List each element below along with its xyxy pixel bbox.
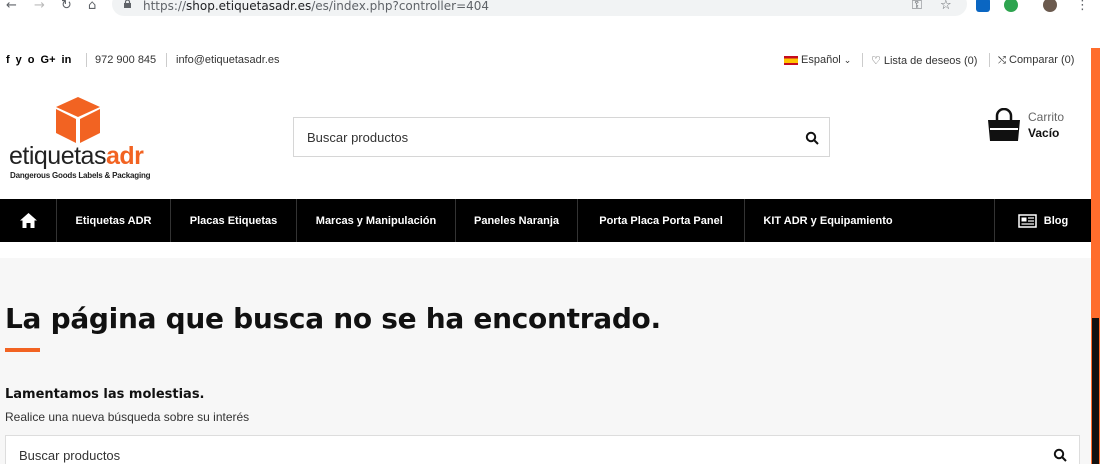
linkedin-extension-icon[interactable] (976, 0, 990, 12)
google-plus-icon[interactable]: G+ (41, 54, 56, 66)
instagram-icon[interactable]: o (28, 54, 35, 66)
search-icon[interactable] (1053, 448, 1067, 462)
forward-icon[interactable]: → (34, 0, 45, 14)
nav-blog[interactable]: Blog (994, 199, 1091, 242)
divider (862, 53, 863, 67)
header-search (293, 117, 830, 157)
main-navigation: Etiquetas ADR Placas Etiquetas Marcas y … (0, 199, 1091, 242)
twitter-icon[interactable]: y (16, 54, 22, 66)
shopping-bag-icon (988, 108, 1020, 141)
phone-number[interactable]: 972 900 845 (95, 54, 156, 66)
nav-home[interactable] (0, 199, 57, 242)
content-search-input[interactable] (19, 436, 932, 464)
nav-item-porta-placa[interactable]: Porta Placa Porta Panel (578, 199, 745, 242)
page-title: La página que busca no se ha encontrado. (5, 302, 661, 335)
divider (989, 53, 990, 67)
social-links: f y o G+ in (6, 54, 71, 66)
wishlist-label: Lista de deseos (0) (883, 54, 978, 67)
home-icon (19, 213, 37, 228)
logo-tagline: Dangerous Goods Labels & Packaging (10, 171, 151, 180)
nav-item-paneles-naranja[interactable]: Paneles Naranja (456, 199, 578, 242)
key-icon[interactable]: ⚿ (912, 0, 922, 13)
nav-item-etiquetas-adr[interactable]: Etiquetas ADR (57, 199, 171, 242)
reload-icon[interactable]: ↻ (61, 0, 72, 14)
header-search-input[interactable] (307, 118, 762, 156)
nav-item-label: Placas Etiquetas (189, 214, 278, 227)
nav-item-label: Porta Placa Porta Panel (599, 214, 723, 227)
wishlist-link[interactable]: ♡ Lista de deseos (0) (871, 54, 978, 68)
search-hint: Realice una nueva búsqueda sobre su inte… (5, 410, 250, 424)
title-underline (5, 348, 40, 352)
nav-item-label: Etiquetas ADR (75, 214, 152, 227)
address-url[interactable]: https://shop.etiquetasadr.es/es/index.ph… (143, 0, 489, 13)
nav-item-marcas-manipulacion[interactable]: Marcas y Manipulación (297, 199, 456, 242)
menu-icon[interactable]: ⋮ (1076, 0, 1089, 13)
compare-link[interactable]: ⤭ Comparar (0) (998, 54, 1074, 66)
spain-flag-icon (784, 55, 798, 65)
browser-toolbar: ← → ↻ ⌂ https://shop.etiquetasadr.es/es/… (0, 0, 1100, 22)
divider (86, 53, 87, 67)
nav-item-placas-etiquetas[interactable]: Placas Etiquetas (171, 199, 297, 242)
search-icon[interactable] (805, 131, 819, 145)
language-label: Español (801, 54, 841, 66)
heart-icon: ♡ (871, 55, 881, 67)
main-content (0, 258, 1091, 464)
compare-label: Comparar (0) (1009, 54, 1075, 66)
language-selector[interactable]: Español ⌄ (784, 54, 851, 66)
top-info-bar: f y o G+ in 972 900 845 info@etiquetasad… (0, 48, 1091, 73)
nav-blog-label: Blog (1043, 214, 1069, 227)
nav-item-label: Marcas y Manipulación (315, 214, 437, 227)
home-icon[interactable]: ⌂ (88, 0, 96, 14)
cart-widget[interactable]: Carrito Vacío (986, 108, 1086, 148)
back-icon[interactable]: ← (6, 0, 17, 14)
content-search (5, 435, 1080, 464)
cart-status: Vacío (1028, 126, 1060, 140)
linkedin-icon[interactable]: in (62, 54, 72, 66)
logo-wordmark: etiquetasadr (9, 142, 144, 170)
package-box-icon (56, 97, 100, 143)
facebook-icon[interactable]: f (6, 54, 10, 66)
lock-icon (124, 0, 131, 8)
nav-item-label: Paneles Naranja (474, 214, 559, 227)
newspaper-icon (1018, 213, 1037, 228)
profile-avatar[interactable] (1043, 0, 1057, 12)
email-link[interactable]: info@etiquetasadr.es (176, 54, 280, 66)
site-logo[interactable]: etiquetasadr Dangerous Goods Labels & Pa… (9, 95, 154, 183)
apology-heading: Lamentamos las molestias. (5, 387, 205, 402)
nav-item-label: KIT ADR y Equipamiento (763, 214, 893, 227)
divider (166, 53, 167, 67)
chevron-down-icon: ⌄ (843, 54, 852, 65)
shuffle-icon: ⤭ (998, 54, 1006, 66)
scrollbar-thumb[interactable] (1092, 318, 1099, 464)
green-extension-icon[interactable] (1004, 0, 1018, 12)
nav-item-kit-adr[interactable]: KIT ADR y Equipamiento (745, 199, 911, 242)
star-icon[interactable]: ☆ (940, 0, 952, 13)
cart-label: Carrito (1028, 110, 1065, 124)
